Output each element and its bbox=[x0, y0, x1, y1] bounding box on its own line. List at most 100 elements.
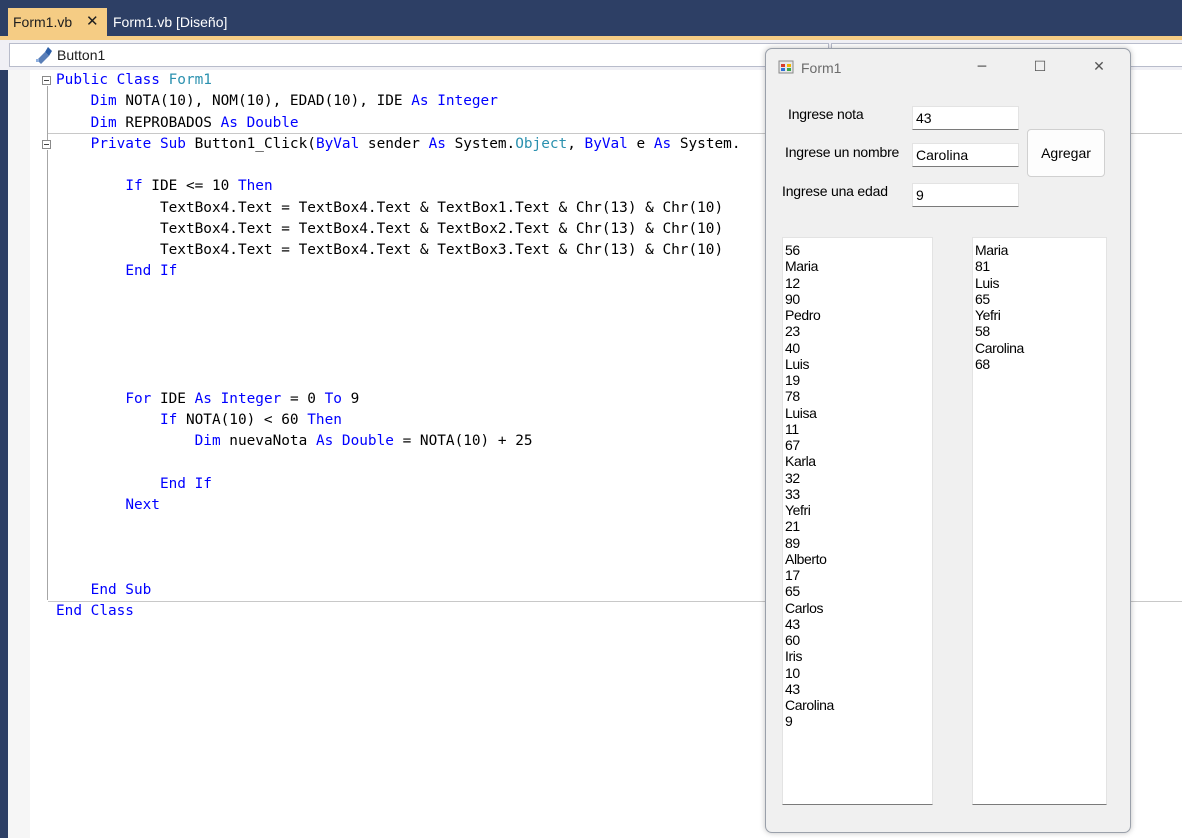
outline-line bbox=[47, 150, 48, 600]
code-keyword: If bbox=[125, 178, 143, 195]
code-keyword: As bbox=[428, 135, 446, 152]
list-line: 89 bbox=[785, 534, 800, 551]
code-line[interactable]: Private Sub Button1_Click(ByVal sender A… bbox=[56, 134, 741, 155]
code-token: nuevaNota bbox=[220, 433, 316, 450]
collapse-class-icon[interactable] bbox=[42, 76, 51, 85]
list-line: Carlos bbox=[785, 599, 824, 616]
code-keyword: End Class bbox=[56, 603, 134, 620]
list-line: 40 bbox=[785, 339, 800, 356]
code-line[interactable]: End If bbox=[56, 474, 212, 495]
code-keyword: To bbox=[324, 390, 342, 407]
list-line: 65 bbox=[785, 583, 800, 600]
code-type: Object bbox=[515, 135, 568, 152]
code-token: , bbox=[567, 135, 585, 152]
list-line: Yefri bbox=[975, 307, 1001, 323]
list-line: 81 bbox=[975, 258, 990, 275]
collapse-sub-icon[interactable] bbox=[42, 140, 51, 149]
code-keyword: End If bbox=[125, 263, 178, 280]
code-keyword: Dim bbox=[194, 433, 221, 450]
list-line: 43 bbox=[785, 680, 800, 697]
list-line: Alberto bbox=[785, 550, 827, 567]
list-line: 33 bbox=[785, 485, 800, 502]
code-token: = NOTA(10) + 25 bbox=[393, 433, 533, 450]
code-line[interactable]: TextBox4.Text = TextBox4.Text & TextBox1… bbox=[56, 198, 723, 219]
code-line[interactable]: Public Class Form1 bbox=[56, 70, 212, 91]
list-line: 43 bbox=[785, 615, 800, 632]
control-icon bbox=[36, 47, 52, 64]
code-token: TextBox4.Text = TextBox4.Text & TextBox3… bbox=[56, 242, 724, 258]
list-line: 68 bbox=[975, 355, 990, 372]
close-tab-icon[interactable]: ✕ bbox=[86, 12, 99, 30]
document-tab-bar: Form1.vb ✕ Form1.vb [Diseño] bbox=[0, 0, 1182, 36]
code-line[interactable]: TextBox4.Text = TextBox4.Text & TextBox2… bbox=[56, 219, 723, 240]
code-keyword: Then bbox=[307, 412, 342, 428]
outline-line bbox=[47, 86, 48, 140]
code-line[interactable]: End Sub bbox=[56, 580, 152, 601]
nombre-textbox[interactable]: Carolina bbox=[912, 143, 1019, 167]
list-line: 9 bbox=[785, 713, 793, 730]
code-line[interactable]: If IDE <= 10 Then bbox=[56, 176, 273, 197]
minimize-icon[interactable]: ─ bbox=[970, 57, 994, 77]
code-line[interactable]: For IDE As Integer = 0 To 9 bbox=[56, 389, 359, 410]
list-line: 23 bbox=[785, 323, 800, 340]
label-edad: Ingrese una edad bbox=[782, 183, 888, 199]
member-dropdown[interactable]: Button1 bbox=[9, 43, 829, 67]
list-line: Yefri bbox=[785, 502, 811, 518]
code-token: System. bbox=[445, 135, 516, 152]
list-line: Maria bbox=[785, 258, 819, 275]
code-token: TextBox4.Text = TextBox4.Text & TextBox2… bbox=[56, 220, 724, 237]
code-token: e bbox=[627, 135, 654, 152]
code-keyword: ByVal bbox=[315, 135, 360, 152]
list-line: Pedro bbox=[785, 307, 821, 323]
close-icon[interactable]: ✕ bbox=[1087, 57, 1111, 77]
list-line: Luis bbox=[785, 355, 810, 372]
code-keyword: As Integer bbox=[194, 390, 282, 407]
code-line[interactable]: Dim REPROBADOS As Double bbox=[56, 113, 299, 134]
code-keyword: As Double bbox=[220, 114, 299, 131]
code-token: IDE bbox=[151, 390, 195, 407]
code-line[interactable]: Dim NOTA(10), NOM(10), EDAD(10), IDE As … bbox=[56, 91, 498, 112]
list-line: 21 bbox=[785, 518, 800, 535]
output-textbox-right[interactable]: Maria 81 Luis 65 Yefri 58 Carolina 68 bbox=[972, 237, 1107, 805]
tab-form1-vb[interactable]: Form1.vb ✕ bbox=[8, 8, 107, 36]
tab-label: Form1.vb bbox=[13, 14, 73, 30]
list-line: 90 bbox=[785, 290, 800, 307]
code-keyword: As Integer bbox=[411, 93, 498, 110]
label-nombre: Ingrese un nombre bbox=[785, 144, 900, 160]
code-keyword: End If bbox=[159, 475, 212, 492]
list-line: 58 bbox=[975, 323, 990, 340]
maximize-icon[interactable]: ☐ bbox=[1028, 57, 1052, 77]
code-keyword: As Double bbox=[315, 433, 394, 450]
nota-textbox[interactable]: 43 bbox=[912, 106, 1019, 130]
code-type: Form1 bbox=[168, 72, 212, 88]
code-keyword: If bbox=[159, 412, 178, 428]
code-line[interactable]: End Class bbox=[56, 601, 134, 622]
code-keyword: ByVal bbox=[584, 135, 628, 152]
output-textbox-left[interactable]: 56 Maria 12 90 Pedro 23 40 Luis 19 78 Luisa 11 67 Kar… bbox=[782, 237, 933, 805]
agregar-button[interactable]: Agregar bbox=[1027, 129, 1105, 177]
code-keyword: Then bbox=[237, 178, 273, 195]
window-title: Form1 bbox=[801, 60, 842, 76]
edad-textbox[interactable]: 9 bbox=[912, 183, 1019, 207]
list-line: Iris bbox=[785, 648, 803, 665]
code-line[interactable]: Dim nuevaNota As Double = NOTA(10) + 25 bbox=[56, 431, 533, 452]
code-keyword: Next bbox=[125, 497, 160, 513]
code-token: TextBox4.Text = TextBox4.Text & TextBox1… bbox=[56, 199, 724, 216]
code-token: System. bbox=[671, 135, 741, 152]
list-line: Maria bbox=[975, 242, 1009, 258]
form1-window: Form1 ─ ☐ ✕ Ingrese nota Ingrese un nomb… bbox=[765, 48, 1131, 833]
list-line: 65 bbox=[975, 290, 990, 307]
tab-form1-design[interactable]: Form1.vb [Diseño] bbox=[113, 14, 227, 30]
code-line[interactable]: End If bbox=[56, 261, 177, 282]
code-line[interactable]: If NOTA(10) < 60 Then bbox=[56, 410, 342, 431]
list-line: 60 bbox=[785, 632, 800, 648]
code-line[interactable]: Next bbox=[56, 495, 160, 516]
member-label: Button1 bbox=[57, 47, 106, 63]
code-line[interactable]: TextBox4.Text = TextBox4.Text & TextBox3… bbox=[56, 240, 723, 261]
code-token: 9 bbox=[341, 390, 360, 407]
